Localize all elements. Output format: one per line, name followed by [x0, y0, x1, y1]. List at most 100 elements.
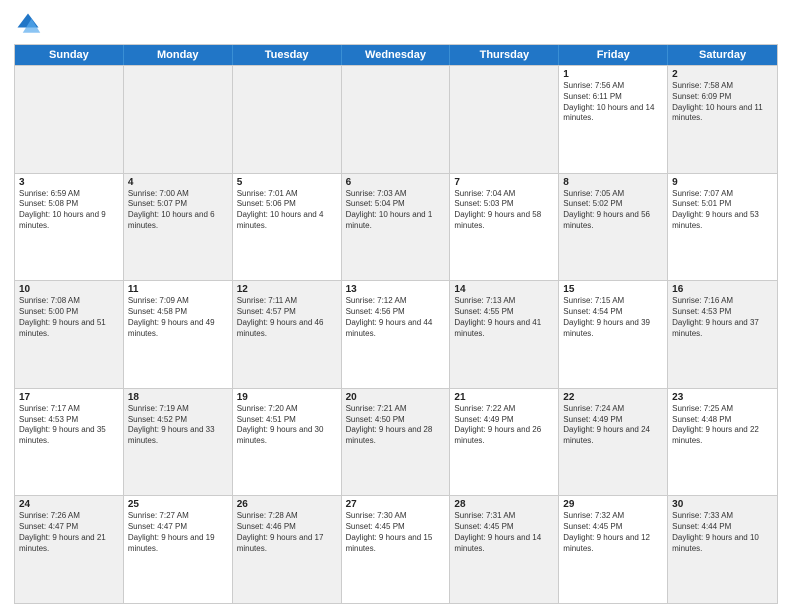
day-info: Sunrise: 7:22 AM Sunset: 4:49 PM Dayligh…: [454, 404, 554, 447]
calendar-cell: 17Sunrise: 7:17 AM Sunset: 4:53 PM Dayli…: [15, 389, 124, 496]
day-info: Sunrise: 7:21 AM Sunset: 4:50 PM Dayligh…: [346, 404, 446, 447]
day-info: Sunrise: 7:19 AM Sunset: 4:52 PM Dayligh…: [128, 404, 228, 447]
page: SundayMondayTuesdayWednesdayThursdayFrid…: [0, 0, 792, 612]
day-info: Sunrise: 7:12 AM Sunset: 4:56 PM Dayligh…: [346, 296, 446, 339]
calendar-cell: 27Sunrise: 7:30 AM Sunset: 4:45 PM Dayli…: [342, 496, 451, 603]
cal-header-cell: Monday: [124, 45, 233, 65]
day-number: 27: [346, 499, 446, 510]
calendar-cell: 3Sunrise: 6:59 AM Sunset: 5:08 PM Daylig…: [15, 174, 124, 281]
calendar-cell: 9Sunrise: 7:07 AM Sunset: 5:01 PM Daylig…: [668, 174, 777, 281]
calendar-cell: 29Sunrise: 7:32 AM Sunset: 4:45 PM Dayli…: [559, 496, 668, 603]
calendar-cell: [233, 66, 342, 173]
calendar-cell: [124, 66, 233, 173]
calendar-cell: [15, 66, 124, 173]
day-info: Sunrise: 7:09 AM Sunset: 4:58 PM Dayligh…: [128, 296, 228, 339]
day-number: 26: [237, 499, 337, 510]
day-info: Sunrise: 7:13 AM Sunset: 4:55 PM Dayligh…: [454, 296, 554, 339]
calendar-body: 1Sunrise: 7:56 AM Sunset: 6:11 PM Daylig…: [15, 65, 777, 603]
calendar-cell: 23Sunrise: 7:25 AM Sunset: 4:48 PM Dayli…: [668, 389, 777, 496]
day-number: 7: [454, 177, 554, 188]
day-number: 4: [128, 177, 228, 188]
calendar-cell: 24Sunrise: 7:26 AM Sunset: 4:47 PM Dayli…: [15, 496, 124, 603]
day-info: Sunrise: 7:04 AM Sunset: 5:03 PM Dayligh…: [454, 189, 554, 232]
calendar-row: 17Sunrise: 7:17 AM Sunset: 4:53 PM Dayli…: [15, 388, 777, 496]
calendar-cell: 28Sunrise: 7:31 AM Sunset: 4:45 PM Dayli…: [450, 496, 559, 603]
day-number: 11: [128, 284, 228, 295]
day-number: 17: [19, 392, 119, 403]
day-number: 10: [19, 284, 119, 295]
calendar-cell: 1Sunrise: 7:56 AM Sunset: 6:11 PM Daylig…: [559, 66, 668, 173]
day-info: Sunrise: 7:27 AM Sunset: 4:47 PM Dayligh…: [128, 511, 228, 554]
logo: [14, 10, 46, 38]
day-number: 1: [563, 69, 663, 80]
cal-header-cell: Thursday: [450, 45, 559, 65]
day-number: 18: [128, 392, 228, 403]
calendar-cell: 26Sunrise: 7:28 AM Sunset: 4:46 PM Dayli…: [233, 496, 342, 603]
day-info: Sunrise: 6:59 AM Sunset: 5:08 PM Dayligh…: [19, 189, 119, 232]
day-number: 25: [128, 499, 228, 510]
cal-header-cell: Tuesday: [233, 45, 342, 65]
calendar-cell: 8Sunrise: 7:05 AM Sunset: 5:02 PM Daylig…: [559, 174, 668, 281]
calendar-cell: 2Sunrise: 7:58 AM Sunset: 6:09 PM Daylig…: [668, 66, 777, 173]
day-info: Sunrise: 7:32 AM Sunset: 4:45 PM Dayligh…: [563, 511, 663, 554]
calendar-cell: 6Sunrise: 7:03 AM Sunset: 5:04 PM Daylig…: [342, 174, 451, 281]
calendar-cell: 12Sunrise: 7:11 AM Sunset: 4:57 PM Dayli…: [233, 281, 342, 388]
day-number: 15: [563, 284, 663, 295]
day-number: 8: [563, 177, 663, 188]
day-number: 28: [454, 499, 554, 510]
day-info: Sunrise: 7:01 AM Sunset: 5:06 PM Dayligh…: [237, 189, 337, 232]
day-info: Sunrise: 7:11 AM Sunset: 4:57 PM Dayligh…: [237, 296, 337, 339]
day-info: Sunrise: 7:56 AM Sunset: 6:11 PM Dayligh…: [563, 81, 663, 124]
calendar-row: 1Sunrise: 7:56 AM Sunset: 6:11 PM Daylig…: [15, 65, 777, 173]
calendar-cell: 19Sunrise: 7:20 AM Sunset: 4:51 PM Dayli…: [233, 389, 342, 496]
day-info: Sunrise: 7:28 AM Sunset: 4:46 PM Dayligh…: [237, 511, 337, 554]
day-number: 6: [346, 177, 446, 188]
calendar-cell: 4Sunrise: 7:00 AM Sunset: 5:07 PM Daylig…: [124, 174, 233, 281]
calendar-cell: 7Sunrise: 7:04 AM Sunset: 5:03 PM Daylig…: [450, 174, 559, 281]
calendar-cell: 16Sunrise: 7:16 AM Sunset: 4:53 PM Dayli…: [668, 281, 777, 388]
day-number: 9: [672, 177, 773, 188]
calendar-cell: 13Sunrise: 7:12 AM Sunset: 4:56 PM Dayli…: [342, 281, 451, 388]
calendar-cell: 14Sunrise: 7:13 AM Sunset: 4:55 PM Dayli…: [450, 281, 559, 388]
day-info: Sunrise: 7:15 AM Sunset: 4:54 PM Dayligh…: [563, 296, 663, 339]
day-info: Sunrise: 7:33 AM Sunset: 4:44 PM Dayligh…: [672, 511, 773, 554]
day-number: 23: [672, 392, 773, 403]
calendar-cell: 20Sunrise: 7:21 AM Sunset: 4:50 PM Dayli…: [342, 389, 451, 496]
calendar-cell: 5Sunrise: 7:01 AM Sunset: 5:06 PM Daylig…: [233, 174, 342, 281]
calendar-cell: [342, 66, 451, 173]
day-number: 24: [19, 499, 119, 510]
day-number: 30: [672, 499, 773, 510]
day-number: 3: [19, 177, 119, 188]
calendar-cell: [450, 66, 559, 173]
cal-header-cell: Saturday: [668, 45, 777, 65]
day-info: Sunrise: 7:26 AM Sunset: 4:47 PM Dayligh…: [19, 511, 119, 554]
calendar-row: 10Sunrise: 7:08 AM Sunset: 5:00 PM Dayli…: [15, 280, 777, 388]
day-info: Sunrise: 7:25 AM Sunset: 4:48 PM Dayligh…: [672, 404, 773, 447]
cal-header-cell: Wednesday: [342, 45, 451, 65]
day-number: 22: [563, 392, 663, 403]
day-number: 19: [237, 392, 337, 403]
day-number: 5: [237, 177, 337, 188]
day-number: 2: [672, 69, 773, 80]
calendar-cell: 18Sunrise: 7:19 AM Sunset: 4:52 PM Dayli…: [124, 389, 233, 496]
day-info: Sunrise: 7:20 AM Sunset: 4:51 PM Dayligh…: [237, 404, 337, 447]
calendar-header-row: SundayMondayTuesdayWednesdayThursdayFrid…: [15, 45, 777, 65]
calendar-cell: 30Sunrise: 7:33 AM Sunset: 4:44 PM Dayli…: [668, 496, 777, 603]
day-info: Sunrise: 7:00 AM Sunset: 5:07 PM Dayligh…: [128, 189, 228, 232]
day-number: 12: [237, 284, 337, 295]
day-number: 29: [563, 499, 663, 510]
cal-header-cell: Friday: [559, 45, 668, 65]
header: [14, 10, 778, 38]
day-number: 20: [346, 392, 446, 403]
day-info: Sunrise: 7:07 AM Sunset: 5:01 PM Dayligh…: [672, 189, 773, 232]
logo-icon: [14, 10, 42, 38]
calendar-cell: 11Sunrise: 7:09 AM Sunset: 4:58 PM Dayli…: [124, 281, 233, 388]
day-info: Sunrise: 7:03 AM Sunset: 5:04 PM Dayligh…: [346, 189, 446, 232]
calendar-cell: 22Sunrise: 7:24 AM Sunset: 4:49 PM Dayli…: [559, 389, 668, 496]
calendar-row: 24Sunrise: 7:26 AM Sunset: 4:47 PM Dayli…: [15, 495, 777, 603]
day-info: Sunrise: 7:17 AM Sunset: 4:53 PM Dayligh…: [19, 404, 119, 447]
calendar-cell: 10Sunrise: 7:08 AM Sunset: 5:00 PM Dayli…: [15, 281, 124, 388]
day-info: Sunrise: 7:31 AM Sunset: 4:45 PM Dayligh…: [454, 511, 554, 554]
calendar-cell: 21Sunrise: 7:22 AM Sunset: 4:49 PM Dayli…: [450, 389, 559, 496]
day-info: Sunrise: 7:58 AM Sunset: 6:09 PM Dayligh…: [672, 81, 773, 124]
